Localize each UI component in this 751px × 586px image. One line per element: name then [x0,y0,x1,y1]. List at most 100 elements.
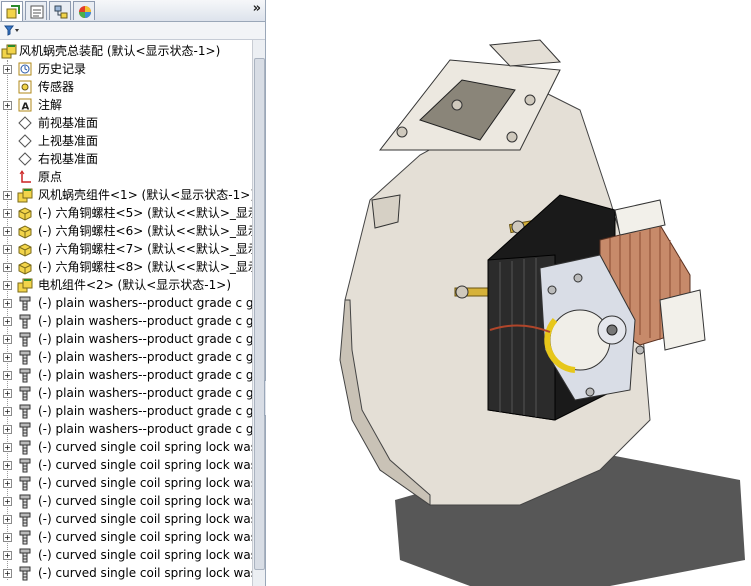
toolbox-part-icon [19,296,31,311]
tree-item[interactable]: + (-) plain washers--product grade c g [0,366,252,384]
assembly-icon [17,188,33,203]
tree-root[interactable]: 风机蜗壳总装配 (默认<显示状态-1>) [0,42,252,60]
tree-item-label: (-) plain washers--product grade c g [38,314,252,328]
expand-toggle[interactable]: + [3,569,12,578]
expand-toggle[interactable]: + [3,407,12,416]
tree-item-label: (-) curved single coil spring lock was [38,476,252,490]
tree-item[interactable]: + 历史记录 [0,60,252,78]
expand-toggle[interactable]: + [3,263,12,272]
tree-item[interactable]: + (-) 六角铜螺柱<7> (默认<<默认>_显示 [0,240,252,258]
toolbox-part-icon [19,548,31,563]
tree-item-label: (-) curved single coil spring lock was [38,440,252,454]
tree-item[interactable]: + (-) plain washers--product grade c g [0,402,252,420]
expand-toggle[interactable]: + [3,497,12,506]
scrollbar-thumb[interactable] [254,58,265,570]
blower-assembly-model[interactable] [266,0,751,586]
tree-item[interactable]: + (-) curved single coil spring lock was [0,492,252,510]
tree-item-label: (-) 六角铜螺柱<5> (默认<<默认>_显示 [38,206,252,220]
property-manager-tab[interactable] [25,1,47,20]
tree-item-label: (-) curved single coil spring lock was [38,494,252,508]
graphics-area[interactable] [266,0,751,586]
tree-item[interactable]: + (-) plain washers--product grade c g [0,312,252,330]
tree-item-label: 传感器 [38,80,75,94]
expand-toggle[interactable]: + [3,65,12,74]
tree-item-label: (-) plain washers--product grade c g [38,368,252,382]
expand-toggle[interactable]: + [3,281,12,290]
tree-item[interactable]: + (-) curved single coil spring lock was [0,546,252,564]
tree-item[interactable]: + (-) 六角铜螺柱<5> (默认<<默认>_显示 [0,204,252,222]
part-icon [18,243,32,257]
tree-item[interactable]: 右视基准面 [0,150,252,168]
expand-toggle[interactable]: + [3,227,12,236]
tree-item[interactable]: + (-) curved single coil spring lock was [0,474,252,492]
part-icon [18,261,32,275]
expand-toggle[interactable]: + [3,533,12,542]
tree-item[interactable]: + (-) plain washers--product grade c g [0,348,252,366]
expand-toggle[interactable]: + [3,371,12,380]
tree-item[interactable]: + A 注解 [0,96,252,114]
tree-item-label: (-) 六角铜螺柱<6> (默认<<默认>_显示 [38,224,252,238]
plate-screw [547,285,557,295]
tree-item[interactable]: + (-) plain washers--product grade c g [0,294,252,312]
expand-toggle[interactable]: + [3,317,12,326]
toolbox-part-icon [19,494,31,509]
tree-item[interactable]: + (-) curved single coil spring lock was [0,438,252,456]
expand-toggle[interactable]: + [3,299,12,308]
tree-item[interactable]: + 电机组件<2> (默认<显示状态-1>) [0,276,252,294]
tree-item[interactable]: + (-) curved single coil spring lock was [0,528,252,546]
feature-tree-icon [6,5,20,19]
toolbox-part-icon [19,332,31,347]
expand-toggle[interactable]: + [3,389,12,398]
plate-screw [585,387,595,397]
display-manager-tab[interactable] [73,1,95,20]
expand-toggle[interactable]: + [3,515,12,524]
tree-item[interactable]: 原点 [0,168,252,186]
toolbox-part-icon [19,404,31,419]
expand-toggle[interactable]: + [3,101,12,110]
expand-toggle[interactable]: + [3,353,12,362]
tree-item[interactable]: + (-) curved single coil spring lock was [0,510,252,528]
sensor-icon [18,80,32,94]
plate-screw [635,345,645,355]
tree-item[interactable]: + (-) curved single coil spring lock was [0,564,252,582]
tree-item-label: (-) curved single coil spring lock was [38,458,252,472]
tree-item-label: (-) curved single coil spring lock was [38,548,252,562]
feature-tree: 风机蜗壳总装配 (默认<显示状态-1>) + 历史记录传感器 + A 注解 前视基准面 上视… [0,40,252,586]
tree-item[interactable]: + (-) 六角铜螺柱<6> (默认<<默认>_显示 [0,222,252,240]
panel-tab-bar: » [0,0,265,22]
part-icon [18,207,32,221]
expand-toggle[interactable]: + [3,245,12,254]
tree-root-label: 风机蜗壳总装配 (默认<显示状态-1>) [19,44,221,58]
tree-item[interactable]: + (-) plain washers--product grade c g [0,330,252,348]
tree-item[interactable]: 前视基准面 [0,114,252,132]
toolbox-part-icon [19,350,31,365]
tree-item[interactable]: 上视基准面 [0,132,252,150]
tree-item[interactable]: + (-) 六角铜螺柱<8> (默认<<默认>_显示 [0,258,252,276]
expand-toggle[interactable]: + [3,425,12,434]
toolbox-part-icon [19,512,31,527]
toolbox-part-icon [19,422,31,437]
configuration-manager-tab[interactable] [49,1,71,20]
plane-icon [18,116,32,130]
expand-toggle[interactable]: + [3,335,12,344]
expand-toggle[interactable]: + [3,209,12,218]
more-tabs-button[interactable]: » [253,1,261,16]
filter-icon[interactable] [4,25,20,36]
tree-item-label: (-) curved single coil spring lock was [38,530,252,544]
expand-toggle[interactable]: + [3,443,12,452]
expand-toggle[interactable]: + [3,551,12,560]
plane-icon [18,152,32,166]
tree-item-label: 风机蜗壳组件<1> (默认<显示状态-1>) [38,188,252,202]
expand-toggle[interactable]: + [3,191,12,200]
feature-manager-tab[interactable] [1,1,23,21]
expand-toggle[interactable]: + [3,479,12,488]
tree-item[interactable]: 传感器 [0,78,252,96]
tree-item[interactable]: + (-) plain washers--product grade c g [0,420,252,438]
expand-toggle[interactable]: + [3,461,12,470]
tree-scrollbar[interactable] [252,40,265,586]
assembly-icon [1,44,17,59]
tree-item[interactable]: + (-) plain washers--product grade c g [0,384,252,402]
tree-item[interactable]: + (-) curved single coil spring lock was [0,456,252,474]
flange-screw [396,126,408,138]
tree-item[interactable]: + 风机蜗壳组件<1> (默认<显示状态-1>) [0,186,252,204]
